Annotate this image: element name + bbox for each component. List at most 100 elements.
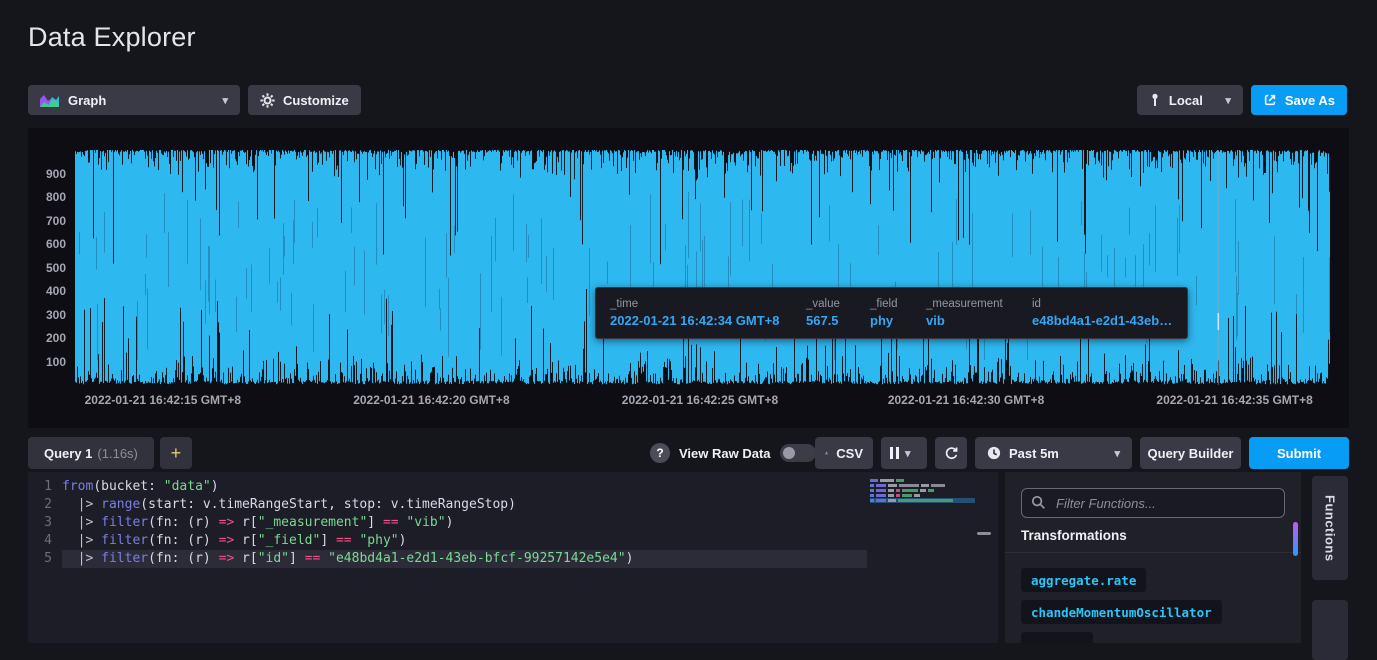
code-text: |> filter(fn: (r) => r["_measurement"] =… [62,514,453,532]
x-tick-label: 2022-01-21 16:42:20 GMT+8 [353,393,509,407]
customize-button[interactable]: Customize [248,85,361,115]
line-number: 5 [28,550,62,568]
tooltip-column-label: _value [806,298,856,310]
customize-label: Customize [283,93,349,108]
toggle-knob [783,447,795,459]
query-actions: CSV ▾ Past 5m ▾ Query Builder Submit [815,437,1349,469]
tooltip-column: _fieldphy [870,298,912,328]
y-tick-label: 900 [28,167,66,181]
tooltip-column: _time 2022-01-21 16:42:34 GMT+8 [610,298,792,328]
line-number: 1 [28,478,62,496]
tooltip-column-label: _time [610,298,792,310]
local-label: Local [1169,93,1203,108]
refresh-button[interactable] [935,437,967,469]
pause-icon [890,447,899,459]
tooltip-column-value: phy [870,313,912,328]
local-dropdown[interactable]: Local ▾ [1137,85,1243,115]
view-toolbar: Graph ▾ Customize [28,85,361,115]
y-tick-label: 600 [28,237,66,251]
functions-side-tab-label: Functions [1323,495,1338,562]
plus-icon: + [171,443,182,464]
code-text: |> filter(fn: (r) => r["id"] == "e48bd4a… [62,550,633,568]
csv-download-button[interactable]: CSV [815,437,873,469]
section-header-transformations: Transformations [1021,528,1127,543]
editor-minimap[interactable] [870,479,975,504]
refresh-icon [944,446,959,461]
tooltip-column-value: e48bd4a1-e2d1-43eb-bfcf-992... [1032,313,1173,328]
clock-icon [987,446,1001,460]
query-builder-button[interactable]: Query Builder [1140,437,1241,469]
filter-functions-input[interactable] [1021,488,1285,518]
tooltip-column-value: vib [926,313,1018,328]
tooltip-column: id e48bd4a1-e2d1-43eb-bfcf-992... [1032,298,1173,328]
code-line[interactable]: 1from(bucket: "data") [28,478,998,496]
query-tab[interactable]: Query 1 (1.16s) [28,437,154,469]
y-tick-label: 300 [28,308,66,322]
code-text: from(bucket: "data") [62,478,219,496]
function-item[interactable]: aggregate.rate [1021,568,1146,592]
query-tab-name: Query 1 [44,446,92,461]
y-tick-label: 200 [28,331,66,345]
code-line[interactable]: 2 |> range(start: v.timeRangeStart, stop… [28,496,998,514]
functions-side-tab[interactable]: Functions [1312,476,1348,580]
submit-button[interactable]: Submit [1249,437,1349,469]
y-tick-label: 100 [28,355,66,369]
help-icon[interactable]: ? [650,443,670,463]
x-tick-label: 2022-01-21 16:42:15 GMT+8 [85,393,241,407]
y-tick-label: 700 [28,214,66,228]
x-tick-label: 2022-01-21 16:42:25 GMT+8 [622,393,778,407]
secondary-side-tab[interactable] [1312,600,1348,660]
graph-panel: 900800700600500400300200100 2022-01-21 1… [28,128,1349,428]
tooltip-column: _value 567.5 [806,298,856,328]
csv-label: CSV [836,446,863,461]
tooltip-column-label: _field [870,298,912,310]
page-title: Data Explorer [28,22,196,53]
tooltip-column-label: id [1032,298,1173,310]
tooltip-column-value: 2022-01-21 16:42:34 GMT+8 [610,313,792,328]
gear-icon [260,93,275,108]
scrollbar-thumb[interactable] [1293,522,1298,556]
save-toolbar: Local ▾ Save As [1137,85,1347,115]
function-item[interactable] [1021,632,1093,643]
function-item[interactable]: chandeMomentumOscillator [1021,600,1222,624]
visualization-type-label: Graph [68,93,106,108]
search-icon [1031,495,1046,510]
add-query-button[interactable]: + [160,437,192,469]
visualization-type-dropdown[interactable]: Graph ▾ [28,85,240,115]
tooltip-column-value: 567.5 [806,313,856,328]
chevron-down-icon: ▾ [905,447,911,460]
time-range-label: Past 5m [1009,446,1059,461]
chevron-down-icon: ▾ [1225,94,1231,107]
y-tick-label: 500 [28,261,66,275]
view-raw-data-label: View Raw Data [679,446,771,461]
download-icon [825,446,828,460]
code-line[interactable]: 4 |> filter(fn: (r) => r["_field"] == "p… [28,532,998,550]
view-raw-data-control: ? View Raw Data [650,437,816,469]
query-tabs: Query 1 (1.16s) + [28,437,192,469]
export-icon [1263,93,1277,107]
view-raw-data-toggle[interactable] [780,444,816,462]
y-tick-label: 800 [28,190,66,204]
chevron-down-icon: ▾ [1114,447,1120,460]
tooltip-column-label: _measurement [926,298,1018,310]
submit-label: Submit [1277,446,1321,461]
functions-sidebar: Transformations aggregate.rate chandeMome… [1005,472,1301,643]
flux-script-editor[interactable]: 1from(bucket: "data")2 |> range(start: v… [28,472,998,643]
save-as-label: Save As [1285,93,1335,108]
x-tick-label: 2022-01-21 16:42:30 GMT+8 [888,393,1044,407]
save-as-button[interactable]: Save As [1251,85,1347,115]
code-lines: 1from(bucket: "data")2 |> range(start: v… [28,478,998,568]
code-line[interactable]: 3 |> filter(fn: (r) => r["_measurement"]… [28,514,998,532]
chevron-down-icon: ▾ [222,94,228,107]
line-number: 2 [28,496,62,514]
x-tick-label: 2022-01-21 16:42:35 GMT+8 [1156,393,1312,407]
code-line[interactable]: 5 |> filter(fn: (r) => r["id"] == "e48bd… [28,550,998,568]
time-range-dropdown[interactable]: Past 5m ▾ [975,437,1132,469]
hover-tooltip: _time 2022-01-21 16:42:34 GMT+8 _value 567.… [595,287,1188,339]
line-number: 3 [28,514,62,532]
line-number: 4 [28,532,62,550]
time-series-plot[interactable] [75,150,1330,385]
query-builder-label: Query Builder [1148,446,1234,461]
pane-resize-handle[interactable] [977,532,991,535]
pause-button[interactable]: ▾ [881,437,927,469]
